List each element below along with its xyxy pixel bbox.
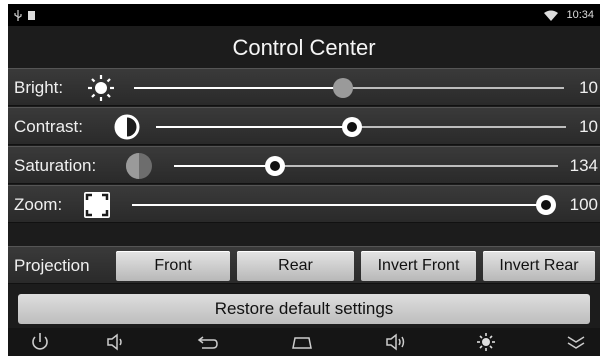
saturation-row: Saturation: 134 (8, 146, 600, 184)
saturation-slider-thumb[interactable] (264, 155, 286, 177)
expand-icon[interactable] (564, 332, 588, 352)
rear-button[interactable]: Rear (237, 251, 354, 281)
contrast-slider-thumb[interactable] (341, 116, 363, 138)
saturation-icon (126, 153, 152, 179)
contrast-slider-fill (156, 126, 352, 128)
projection-row: Projection Front Rear Invert Front Inver… (8, 246, 600, 284)
bright-row: Bright: 10 (8, 68, 600, 106)
zoom-slider-fill (132, 204, 546, 206)
status-bar: 10:34 (8, 4, 600, 26)
control-center-screen: 10:34 Control Center Bright: 10 Contrast… (8, 4, 600, 356)
zoom-icon (84, 192, 110, 218)
restore-default-button[interactable]: Restore default settings (18, 294, 590, 324)
projection-label: Projection (14, 256, 90, 275)
zoom-label: Zoom: (14, 195, 63, 214)
saturation-slider-fill (174, 165, 275, 167)
zoom-row: Zoom: 100 (8, 185, 600, 223)
zoom-slider-thumb[interactable] (535, 194, 557, 216)
bright-slider-fill (134, 87, 343, 89)
saturation-value: 134 (569, 156, 598, 175)
volume-down-icon[interactable] (104, 332, 128, 352)
contrast-icon (114, 114, 140, 140)
home-icon[interactable] (290, 332, 314, 352)
usb-icon (14, 9, 22, 21)
brightness-icon[interactable] (474, 332, 498, 352)
saturation-slider-track[interactable] (174, 165, 558, 167)
volume-up-icon[interactable] (384, 332, 408, 352)
navigation-bar (8, 328, 600, 356)
wifi-icon (544, 10, 559, 21)
contrast-value: 10 (579, 117, 598, 136)
invert-front-button[interactable]: Invert Front (361, 251, 476, 281)
bright-slider-thumb[interactable] (332, 77, 354, 99)
power-icon[interactable] (28, 332, 52, 352)
saturation-label: Saturation: (14, 156, 97, 175)
page-title: Control Center (232, 35, 376, 60)
zoom-value: 100 (569, 195, 598, 214)
invert-rear-button[interactable]: Invert Rear (483, 251, 595, 281)
notification-icon (28, 10, 35, 20)
back-icon[interactable] (194, 332, 218, 352)
contrast-label: Contrast: (14, 117, 83, 136)
zoom-slider-track[interactable] (132, 204, 546, 206)
front-button[interactable]: Front (116, 251, 230, 281)
bright-value: 10 (579, 78, 598, 97)
status-time: 10:34 (566, 9, 594, 21)
brightness-icon (88, 75, 114, 101)
bright-label: Bright: (14, 78, 64, 97)
contrast-row: Contrast: 10 (8, 107, 600, 145)
